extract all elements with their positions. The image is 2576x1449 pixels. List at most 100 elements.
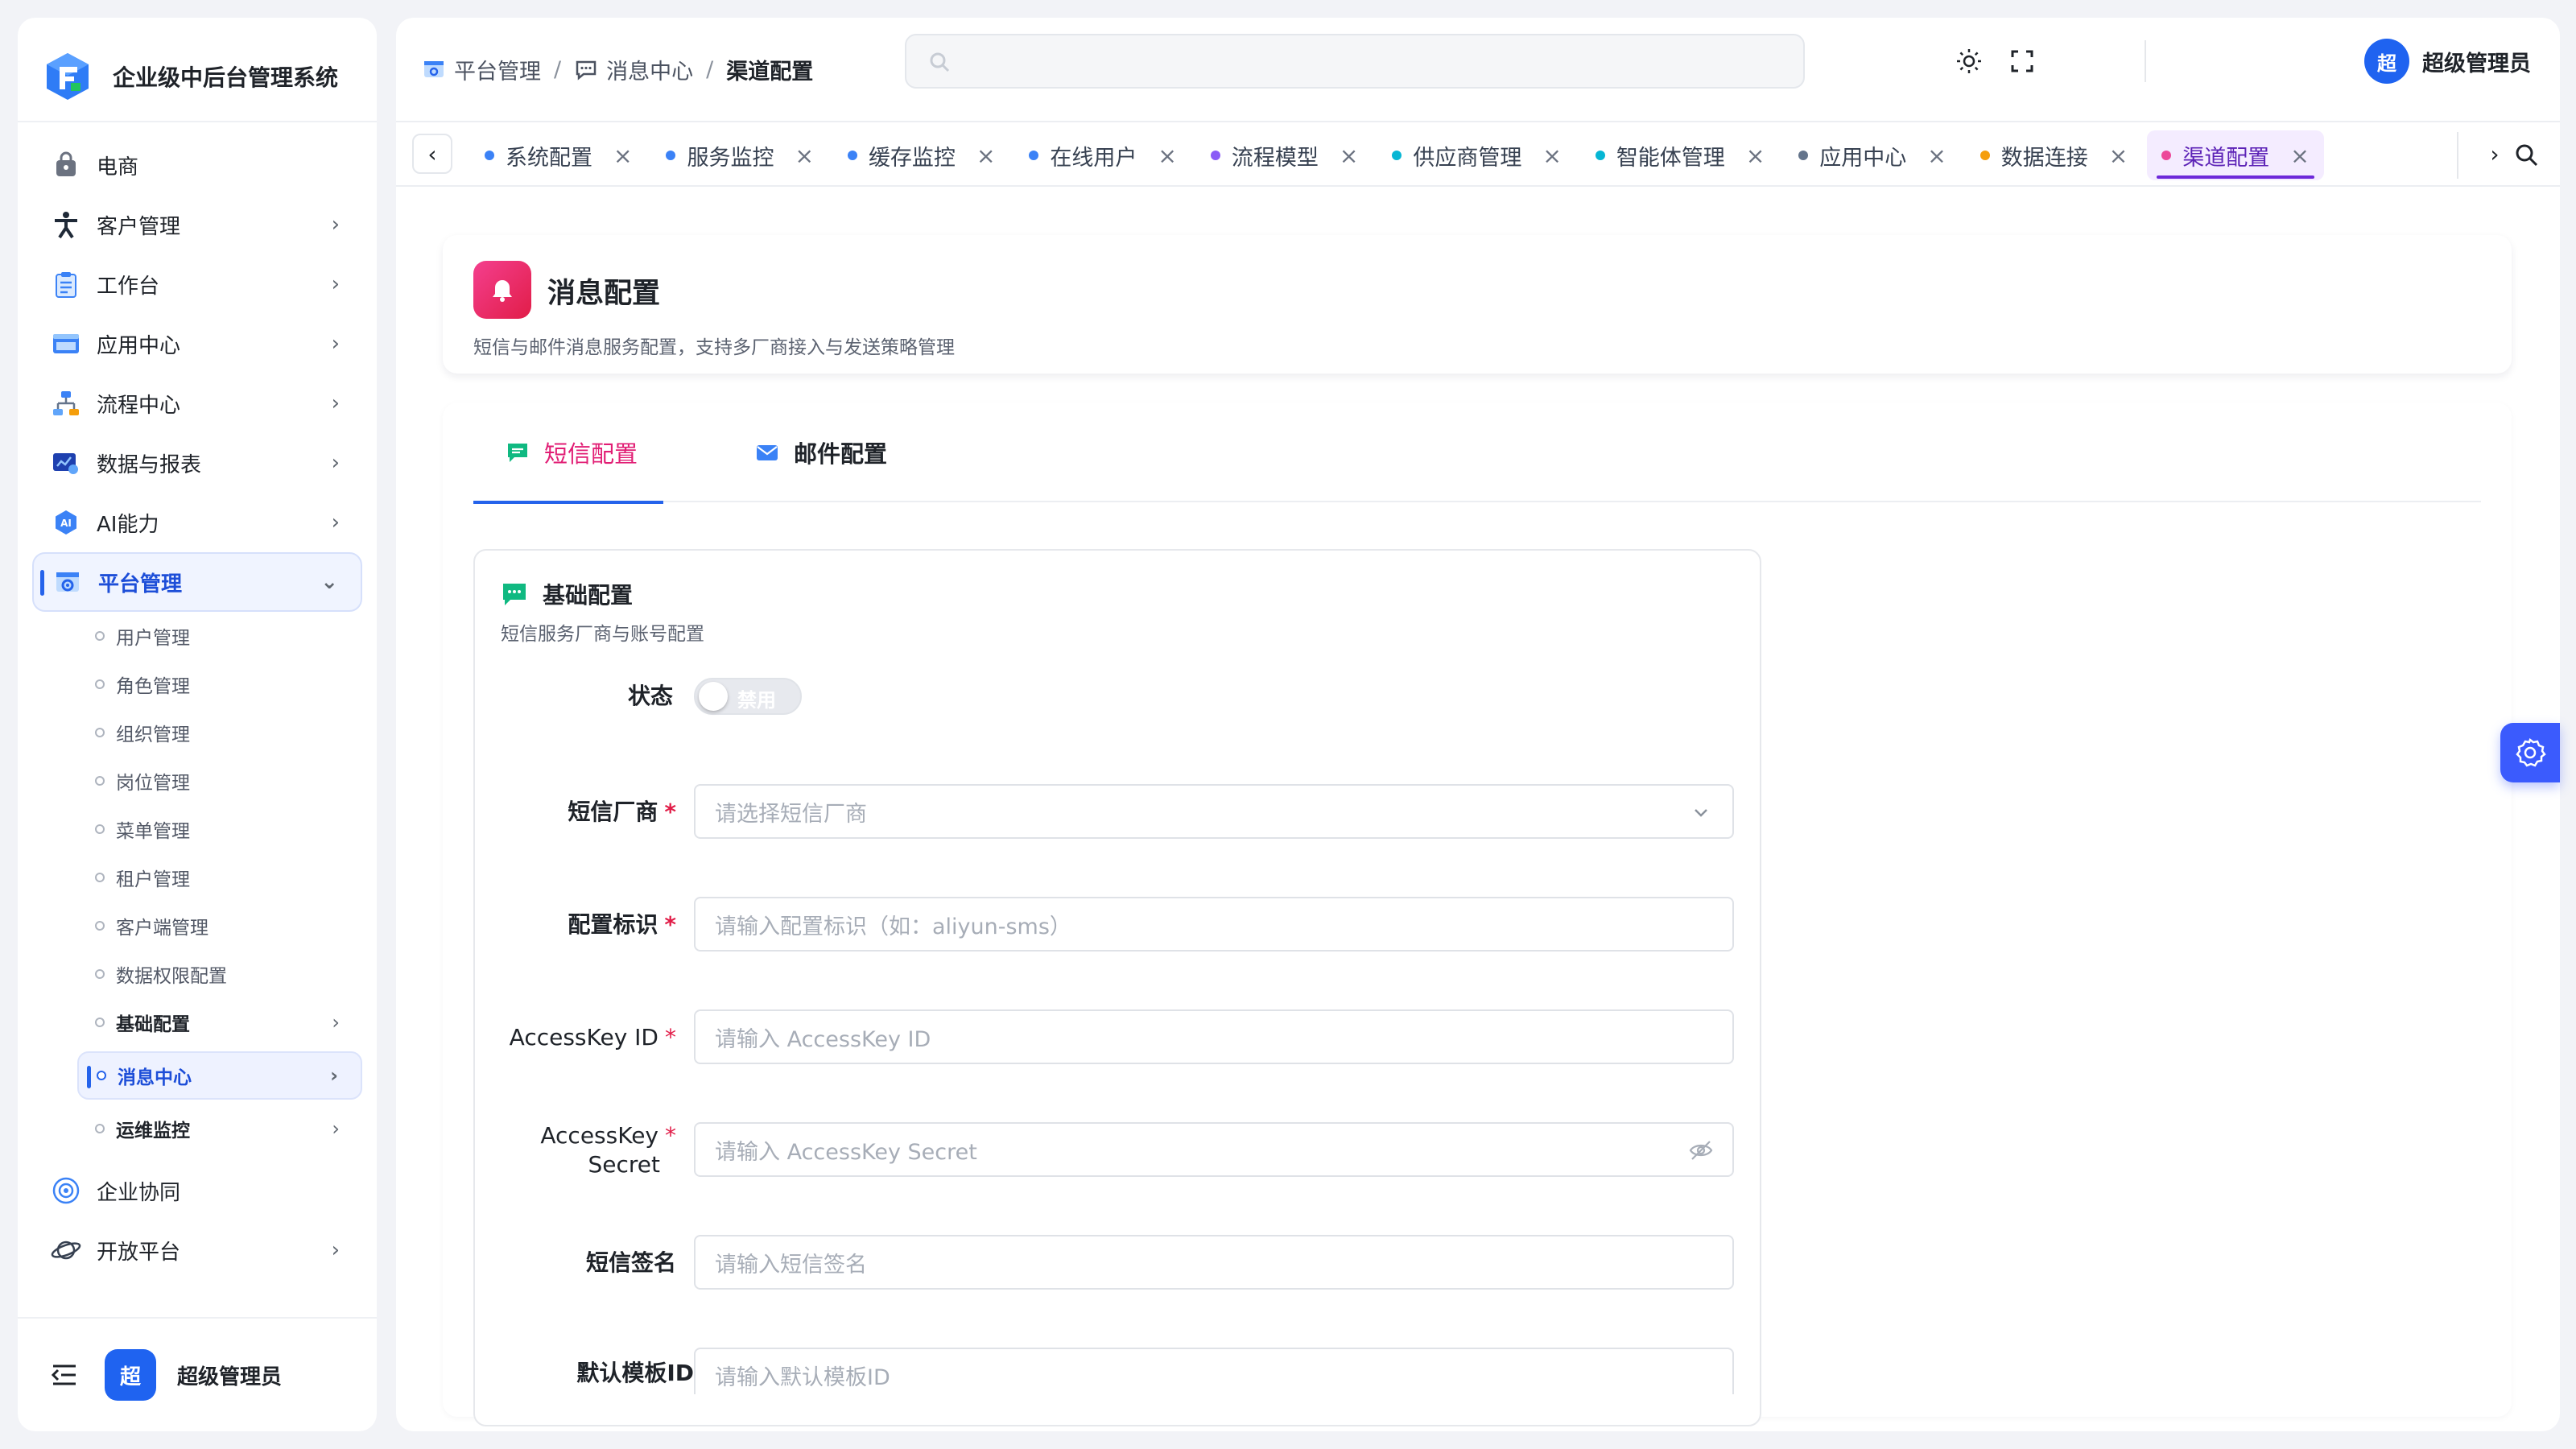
- avatar[interactable]: 超: [105, 1349, 156, 1401]
- close-icon[interactable]: ×: [2109, 142, 2128, 169]
- basic-config-section: 基础配置 短信服务厂商与账号配置 状态 禁用 短信厂商 * 请选择短信厂商 配置…: [473, 549, 1761, 1426]
- sidebar-item-collaboration[interactable]: 企业协同: [32, 1161, 362, 1220]
- sidebar-item-app-center[interactable]: 应用中心 ›: [32, 314, 362, 374]
- sidebar-item-data-reports[interactable]: 数据与报表 ›: [32, 433, 362, 493]
- sidebar-subitem-label: 基础配置: [116, 1014, 190, 1035]
- access-key-id-input[interactable]: 请输入 AccessKey ID: [694, 1009, 1734, 1064]
- top-header: 平台管理 / 消息中心 / 渠道配置 超 超级管理员: [396, 18, 2560, 121]
- close-icon[interactable]: ×: [613, 142, 632, 169]
- close-icon[interactable]: ×: [1340, 142, 1358, 169]
- tab-dot: [1392, 151, 1402, 160]
- chevron-down-icon: ⌄: [320, 570, 338, 594]
- tabs-scroll-right-button[interactable]: ›: [2475, 134, 2515, 174]
- tab-app-center[interactable]: 应用中心 ×: [1784, 130, 1960, 180]
- input-placeholder: 请输入 AccessKey Secret: [715, 1139, 977, 1165]
- user-menu[interactable]: 超 超级管理员: [2364, 37, 2531, 85]
- sidebar-subitem-roles[interactable]: 角色管理: [77, 660, 362, 708]
- bullet-icon: [95, 969, 105, 979]
- tab-data-connection[interactable]: 数据连接 ×: [1966, 130, 2142, 180]
- sidebar-item-label: 客户管理: [97, 214, 181, 239]
- tab-dot: [847, 151, 857, 160]
- close-icon[interactable]: ×: [976, 142, 995, 169]
- breadcrumb-label: 消息中心: [606, 59, 694, 85]
- bullet-icon: [95, 921, 105, 931]
- tab-email-config[interactable]: 邮件配置: [755, 402, 887, 502]
- template-id-input[interactable]: 请输入默认模板ID: [694, 1348, 1734, 1394]
- config-panel: 短信配置 邮件配置 基础配置 短信服务厂商与账号配置 状态 禁用 短信厂商 * …: [443, 402, 2512, 1426]
- sidebar-subitem-clients[interactable]: 客户端管理: [77, 902, 362, 950]
- close-icon[interactable]: ×: [1746, 142, 1765, 169]
- sidebar-subitem-message-center[interactable]: 消息中心 ›: [77, 1051, 362, 1100]
- user-name: 超级管理员: [2422, 51, 2531, 76]
- sidebar-item-ai[interactable]: AI AI能力 ›: [32, 493, 362, 552]
- close-icon[interactable]: ×: [1927, 142, 1946, 169]
- sidebar-item-open-platform[interactable]: 开放平台 ›: [32, 1220, 362, 1280]
- form-row-signature: 短信签名 请输入短信签名: [475, 1235, 1763, 1291]
- sidebar-item-ecommerce[interactable]: 电商: [32, 135, 362, 195]
- open-tabs: 系统配置 × 服务监控 × 缓存监控 × 在线用户 × 流程模型 × 供应商管理 × 智能体…: [470, 130, 2329, 180]
- form-label: 短信厂商 *: [475, 798, 694, 827]
- tab-supplier-management[interactable]: 供应商管理 ×: [1377, 130, 1575, 180]
- breadcrumb-item-platform[interactable]: 平台管理: [422, 54, 541, 85]
- config-tabs: 短信配置 邮件配置: [473, 402, 2481, 504]
- tab-service-monitor[interactable]: 服务监控 ×: [651, 130, 828, 180]
- tab-label: 邮件配置: [794, 440, 888, 468]
- search-icon[interactable]: [2512, 140, 2542, 171]
- eye-off-icon[interactable]: [1687, 1137, 1715, 1164]
- sidebar-item-label: 电商: [97, 155, 139, 180]
- sidebar-item-platform[interactable]: 平台管理 ⌄: [32, 552, 362, 612]
- tab-process-model[interactable]: 流程模型 ×: [1196, 130, 1373, 180]
- page-header-card: 消息配置 短信与邮件消息服务配置，支持多厂商接入与发送策略管理: [443, 235, 2512, 374]
- tab-online-users[interactable]: 在线用户 ×: [1014, 130, 1191, 180]
- access-key-secret-input[interactable]: 请输入 AccessKey Secret: [694, 1122, 1734, 1177]
- sidebar-subitem-data-permission[interactable]: 数据权限配置: [77, 950, 362, 998]
- vendor-select[interactable]: 请选择短信厂商: [694, 784, 1734, 839]
- close-icon[interactable]: ×: [795, 142, 813, 169]
- required-mark: *: [665, 1122, 676, 1149]
- tab-label: 应用中心: [1819, 145, 1907, 171]
- required-mark: *: [664, 911, 676, 938]
- status-toggle[interactable]: 禁用: [694, 678, 802, 715]
- fullscreen-icon[interactable]: [2006, 45, 2038, 77]
- user-name[interactable]: 超级管理员: [177, 1360, 282, 1390]
- close-icon[interactable]: ×: [1542, 142, 1561, 169]
- sidebar-item-customers[interactable]: 客户管理 ›: [32, 195, 362, 254]
- tab-sms-config[interactable]: 短信配置: [473, 402, 663, 504]
- sidebar-item-workbench[interactable]: 工作台 ›: [32, 254, 362, 314]
- form-label-text: 短信厂商: [568, 799, 658, 825]
- menu-collapse-icon[interactable]: [48, 1359, 80, 1391]
- sidebar-subitem-menus[interactable]: 菜单管理: [77, 805, 362, 853]
- sidebar-subitem-posts[interactable]: 岗位管理: [77, 757, 362, 805]
- report-icon: [50, 447, 82, 479]
- tab-agent-management[interactable]: 智能体管理 ×: [1581, 130, 1779, 180]
- tab-system-config[interactable]: 系统配置 ×: [470, 130, 646, 180]
- sun-icon[interactable]: [1953, 45, 1985, 77]
- tab-cache-monitor[interactable]: 缓存监控 ×: [833, 130, 1009, 180]
- sidebar-subitem-label: 菜单管理: [116, 821, 190, 842]
- tab-dot: [1979, 151, 1990, 160]
- tab-label: 系统配置: [506, 145, 592, 171]
- sidebar-subitem-label: 客户端管理: [116, 918, 208, 939]
- chevron-right-icon: ›: [331, 391, 340, 415]
- form-row-vendor: 短信厂商 * 请选择短信厂商: [475, 784, 1763, 840]
- chevron-right-icon: ›: [331, 213, 340, 237]
- sidebar-subitem-tenants[interactable]: 租户管理: [77, 853, 362, 902]
- sidebar-subitem-label: 租户管理: [116, 869, 190, 890]
- global-search-input[interactable]: [905, 34, 1805, 89]
- sidebar-item-label: 企业协同: [97, 1180, 181, 1205]
- sidebar-item-process-center[interactable]: 流程中心 ›: [32, 374, 362, 433]
- sidebar-subitem-users[interactable]: 用户管理: [77, 612, 362, 660]
- sidebar-subitem-basic-config[interactable]: 基础配置 ›: [77, 998, 362, 1046]
- close-icon[interactable]: ×: [2290, 142, 2309, 169]
- tab-channel-config[interactable]: 渠道配置 ×: [2147, 130, 2324, 180]
- sidebar-subitem-orgs[interactable]: 组织管理: [77, 708, 362, 757]
- config-id-input[interactable]: 请输入配置标识（如：aliyun-sms）: [694, 897, 1734, 952]
- tabs-scroll-left-button[interactable]: ‹: [412, 134, 452, 174]
- chevron-right-icon: ›: [331, 510, 340, 535]
- breadcrumb-item-message-center[interactable]: 消息中心: [574, 54, 693, 85]
- settings-float-button[interactable]: [2500, 723, 2560, 782]
- sms-icon: [508, 444, 527, 462]
- signature-input[interactable]: 请输入短信签名: [694, 1235, 1734, 1290]
- sidebar-subitem-ops-monitor[interactable]: 运维监控 ›: [77, 1104, 362, 1153]
- close-icon[interactable]: ×: [1158, 142, 1176, 169]
